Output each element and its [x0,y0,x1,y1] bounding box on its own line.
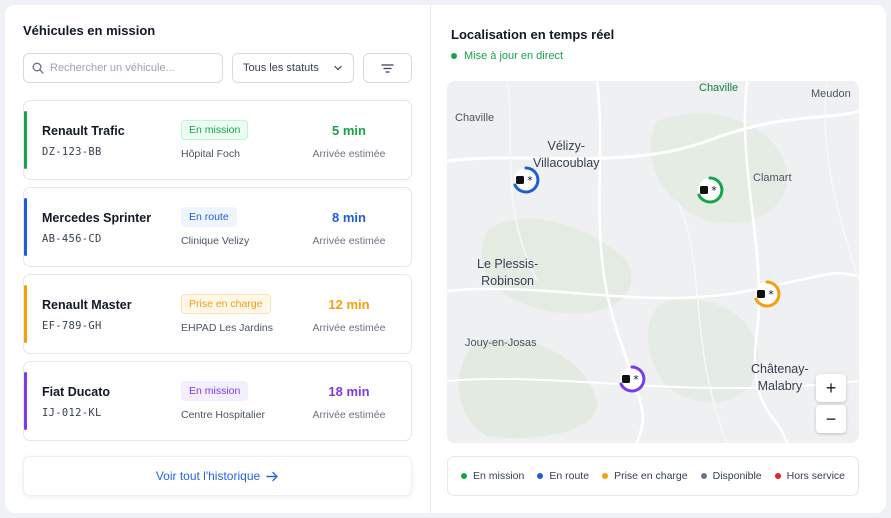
legend-item: En route [537,470,589,482]
legend-item: Prise en charge [602,470,688,482]
vehicle-destination: Clinique Velizy [181,235,250,247]
vehicle-card[interactable]: Mercedes Sprinter AB-456-CD En route Cli… [23,187,412,267]
eta-value: 12 min [328,297,370,312]
map-label-plessis: Le Plessis- Robinson [477,257,539,288]
live-text: Mise à jour en direct [464,50,564,62]
view-history-link[interactable]: Voir tout l'historique [23,456,412,496]
status-badge: En mission [181,381,249,401]
eta-label: Arrivée estimée [312,409,386,421]
map-label-jouy: Jouy-en-Josas [465,337,537,349]
vehicle-name: Renault Master [42,298,132,312]
vehicle-icon: * [513,166,540,194]
status-bar [24,372,27,430]
vehicle-name: Renault Trafic [42,124,125,138]
eta-value: 8 min [332,210,366,225]
chevron-down-icon [334,65,342,71]
vehicle-card[interactable]: Renault Master EF-789-GH Prise en charge… [23,274,412,354]
vehicle-icon: * [619,365,646,393]
vehicle-destination: Centre Hospitalier [181,409,266,421]
vehicle-destination: EHPAD Les Jardins [181,322,274,334]
vehicle-name: Mercedes Sprinter [42,211,152,225]
legend-dot [602,473,609,479]
status-badge: En mission [181,120,249,140]
vehicles-panel: Véhicules en mission Tous les statuts Re… [5,5,431,513]
view-history-label: Voir tout l'historique [155,469,261,483]
vehicle-plate: EF-789-GH [42,320,102,332]
map-view[interactable]: Chaville Meudon Chaville Vélizy- Villaco… [447,81,859,443]
map-label-chaville-top: Chaville [699,82,739,94]
search-box[interactable] [23,53,223,83]
vehicles-panel-title: Véhicules en mission [23,23,156,38]
vehicles-toolbar: Tous les statuts [23,53,412,83]
map-label-chatenay: Châtenay- Malabry [751,362,809,393]
legend-item: En mission [461,470,524,482]
map-panel-title: Localisation en temps réel [451,27,615,42]
vehicle-card[interactable]: Renault Trafic DZ-123-BB En mission Hôpi… [23,100,412,180]
status-badge: Prise en charge [181,294,271,314]
status-bar [24,198,27,256]
legend-label: En route [549,470,590,482]
vehicle-marker[interactable]: * [695,175,725,205]
map-legend: En mission En route Prise en charge Disp… [447,456,859,496]
vehicle-marker[interactable]: * [511,165,541,195]
vehicle-icon: * [697,176,724,204]
live-dot [451,53,457,59]
zoom-out-button[interactable]: − [816,405,846,433]
legend-dot [774,473,781,479]
legend-dot [700,473,707,479]
filter-icon [381,63,394,73]
eta-label: Arrivée estimée [312,148,386,160]
vehicle-name: Fiat Ducato [42,385,111,399]
vehicle-list: Renault Trafic DZ-123-BB En mission Hôpi… [23,100,412,448]
vehicle-marker[interactable]: * [752,279,782,309]
map-label-clamart: Clamart [753,172,792,184]
legend-item: Disponible [700,470,762,482]
vehicle-plate: DZ-123-BB [42,146,102,158]
legend-label: Hors service [786,470,845,482]
status-bar [24,111,27,169]
app-window: Véhicules en mission Tous les statuts Re… [5,5,886,513]
legend-item: Hors service [774,470,845,482]
eta-value: 18 min [328,384,370,399]
eta-value: 5 min [332,123,366,138]
vehicle-plate: IJ-012-KL [42,407,102,419]
search-icon [32,62,44,74]
search-input[interactable] [50,62,210,74]
legend-label: En mission [473,470,525,482]
status-badge: En route [181,207,237,227]
vehicle-destination: Hôpital Foch [181,148,240,160]
arrow-right-icon [266,471,278,481]
legend-label: Disponible [712,470,762,482]
svg-text:*: * [527,174,533,187]
vehicle-card[interactable]: Fiat Ducato IJ-012-KL En mission Centre … [23,361,412,441]
vehicle-plate: AB-456-CD [42,233,102,245]
status-select-value: Tous les statuts [243,62,319,74]
legend-label: Prise en charge [614,470,688,482]
status-select[interactable]: Tous les statuts [232,53,354,83]
filter-button[interactable] [363,53,412,83]
svg-text:*: * [711,184,717,197]
legend-dot [461,473,467,479]
map-label-velizy: Vélizy- Villacoublay [533,139,600,170]
zoom-in-button[interactable]: + [816,374,846,402]
eta-label: Arrivée estimée [312,322,386,334]
live-indicator: Mise à jour en direct [451,50,563,62]
eta-label: Arrivée estimée [312,235,386,247]
map-label-chaville: Chaville [455,112,495,124]
vehicle-marker[interactable]: * [617,364,647,394]
map-panel: Localisation en temps réel Mise à jour e… [431,5,886,513]
status-bar [24,285,27,343]
svg-text:*: * [768,288,774,301]
map-label-meudon: Meudon [811,88,851,100]
legend-dot [537,473,544,479]
vehicle-icon: * [754,280,781,308]
svg-text:*: * [633,373,639,386]
